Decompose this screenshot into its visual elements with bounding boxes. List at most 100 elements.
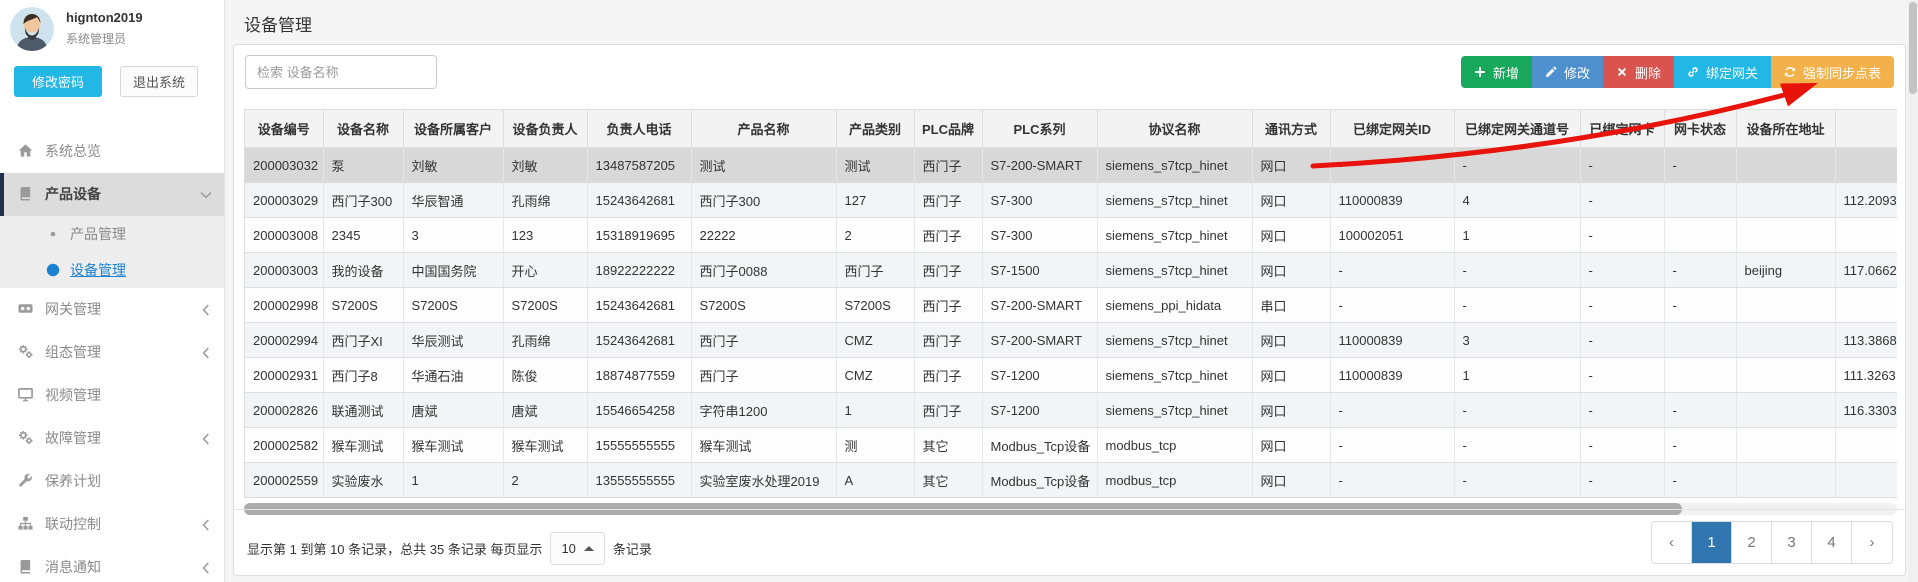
sidebar-item-3[interactable]: 组态管理 bbox=[0, 331, 224, 374]
table-cell: 唐斌 bbox=[503, 393, 587, 428]
column-header-通讯方式[interactable]: 通讯方式 bbox=[1252, 110, 1330, 148]
records-summary: 显示第 1 到第 10 条记录，总共 35 条记录 每页显示 10 条记录 bbox=[247, 532, 652, 565]
column-header-已绑定网卡[interactable]: 已绑定网卡 bbox=[1580, 110, 1664, 148]
修改-button[interactable]: 修改 bbox=[1532, 56, 1603, 88]
column-header-PLC系列[interactable]: PLC系列 bbox=[982, 110, 1097, 148]
table-row[interactable]: 2000030082345312315318919695222222西门子S7-… bbox=[245, 218, 1897, 253]
table-cell: 200002559 bbox=[245, 463, 323, 498]
pagination-next[interactable]: › bbox=[1852, 522, 1892, 563]
sidebar-item-7[interactable]: 联动控制 bbox=[0, 503, 224, 546]
table-cell: 13555555555 bbox=[587, 463, 691, 498]
table-row[interactable]: 200002826联通测试唐斌唐斌15546654258字符串12001西门子S… bbox=[245, 393, 1897, 428]
table-row[interactable]: 200002582猴车测试猴车测试猴车测试15555555555猴车测试测其它M… bbox=[245, 428, 1897, 463]
table-cell: 猴车测试 bbox=[503, 428, 587, 463]
table-cell: S7-1200 bbox=[982, 358, 1097, 393]
column-header-设备所属客户[interactable]: 设备所属客户 bbox=[403, 110, 503, 148]
table-cell: siemens_s7tcp_hinet bbox=[1097, 253, 1252, 288]
table-cell: - bbox=[1580, 323, 1664, 358]
change-password-button[interactable]: 修改密码 bbox=[14, 66, 102, 97]
column-header-设备名称[interactable]: 设备名称 bbox=[323, 110, 403, 148]
table-cell bbox=[1736, 218, 1835, 253]
table-row[interactable]: 200003003我的设备中国国务院开心18922222222西门子0088西门… bbox=[245, 253, 1897, 288]
table-cell bbox=[1736, 148, 1835, 183]
column-header-产品名称[interactable]: 产品名称 bbox=[691, 110, 836, 148]
panel-footer: 显示第 1 到第 10 条记录，总共 35 条记录 每页显示 10 条记录 ‹1… bbox=[234, 509, 1905, 575]
table-cell: - bbox=[1664, 253, 1736, 288]
column-header-产品类别[interactable]: 产品类别 bbox=[836, 110, 914, 148]
column-header-设备编号[interactable]: 设备编号 bbox=[245, 110, 323, 148]
sidebar-item-6[interactable]: 保养计划 bbox=[0, 460, 224, 503]
pagination-prev[interactable]: ‹ bbox=[1652, 522, 1692, 563]
pagination-page-1[interactable]: 1 bbox=[1692, 522, 1732, 563]
column-header-设备所在地址[interactable]: 设备所在地址 bbox=[1736, 110, 1835, 148]
table-cell: 西门子8 bbox=[323, 358, 403, 393]
sidebar-subitem-产品管理[interactable]: 产品管理 bbox=[0, 216, 224, 252]
avatar[interactable] bbox=[10, 7, 54, 51]
toolbar-button-label: 强制同步点表 bbox=[1803, 63, 1881, 82]
table-row[interactable]: 200002994西门子XI华辰测试孔雨绵15243642681西门子CMZ西门… bbox=[245, 323, 1897, 358]
强制同步点表-button[interactable]: 强制同步点表 bbox=[1771, 56, 1894, 88]
table-cell: 西门子 bbox=[914, 148, 982, 183]
column-header-经度[interactable]: 经度 bbox=[1835, 110, 1897, 148]
table-cell: - bbox=[1664, 463, 1736, 498]
sidebar-item-1[interactable]: 产品设备 bbox=[0, 173, 224, 216]
table-row[interactable]: 200002931西门子8华通石油陈俊18874877559西门子CMZ西门子S… bbox=[245, 358, 1897, 393]
device-table: 设备编号设备名称设备所属客户设备负责人负责人电话产品名称产品类别PLC品牌PLC… bbox=[245, 109, 1897, 498]
table-cell: 实验废水 bbox=[323, 463, 403, 498]
table-row[interactable]: 200002559实验废水1213555555555实验室废水处理2019A其它… bbox=[245, 463, 1897, 498]
column-header-设备负责人[interactable]: 设备负责人 bbox=[503, 110, 587, 148]
sidebar-item-0[interactable]: 系统总览 bbox=[0, 130, 224, 173]
table-cell: 15318919695 bbox=[587, 218, 691, 253]
table-cell: 孔雨绵 bbox=[503, 323, 587, 358]
table-cell: modbus_tcp bbox=[1097, 428, 1252, 463]
gears-icon bbox=[18, 419, 35, 434]
table-cell: 猴车测试 bbox=[691, 428, 836, 463]
删除-button[interactable]: 删除 bbox=[1603, 56, 1674, 88]
table-cell: 字符串1200 bbox=[691, 393, 836, 428]
新增-button[interactable]: 新增 bbox=[1461, 56, 1532, 88]
column-header-负责人电话[interactable]: 负责人电话 bbox=[587, 110, 691, 148]
table-row[interactable]: 200003032泵刘敏刘敏13487587205测试测试西门子S7-200-S… bbox=[245, 148, 1897, 183]
sidebar-subitem-设备管理[interactable]: 设备管理 bbox=[0, 252, 224, 288]
table-cell: 网口 bbox=[1252, 218, 1330, 253]
sidebar-item-4[interactable]: 视频管理 bbox=[0, 374, 224, 417]
sidebar-item-2[interactable]: 网关管理 bbox=[0, 288, 224, 331]
sidebar-item-5[interactable]: 故障管理 bbox=[0, 417, 224, 460]
search-input[interactable] bbox=[245, 55, 437, 89]
table-row[interactable]: 200002998S7200SS7200SS7200S15243642681S7… bbox=[245, 288, 1897, 323]
column-header-已绑定网关ID[interactable]: 已绑定网关ID bbox=[1330, 110, 1454, 148]
dot-circle-icon bbox=[46, 254, 62, 268]
table-cell: 200002931 bbox=[245, 358, 323, 393]
table-cell: 测试 bbox=[691, 148, 836, 183]
logout-button[interactable]: 退出系统 bbox=[120, 66, 198, 97]
table-cell: 陈俊 bbox=[503, 358, 587, 393]
pagination-page-3[interactable]: 3 bbox=[1772, 522, 1812, 563]
table-cell: 3 bbox=[403, 218, 503, 253]
column-header-已绑定网关通道号[interactable]: 已绑定网关通道号 bbox=[1454, 110, 1580, 148]
sitemap-icon bbox=[18, 505, 35, 520]
column-header-协议名称[interactable]: 协议名称 bbox=[1097, 110, 1252, 148]
page-size-dropdown[interactable]: 10 bbox=[550, 532, 604, 565]
column-header-PLC品牌[interactable]: PLC品牌 bbox=[914, 110, 982, 148]
sidebar-item-8[interactable]: 消息通知 bbox=[0, 546, 224, 582]
table-cell bbox=[1736, 463, 1835, 498]
table-cell: - bbox=[1330, 253, 1454, 288]
sidebar-subitem-label: 设备管理 bbox=[70, 262, 126, 278]
column-header-网卡状态[interactable]: 网卡状态 bbox=[1664, 110, 1736, 148]
vertical-scrollbar-thumb[interactable] bbox=[1909, 2, 1917, 94]
table-cell: 西门子 bbox=[914, 253, 982, 288]
table-row[interactable]: 200003029西门子300华辰智通孔雨绵15243642681西门子3001… bbox=[245, 183, 1897, 218]
table-cell: - bbox=[1454, 393, 1580, 428]
book-icon bbox=[18, 175, 35, 190]
wrench-icon bbox=[18, 462, 35, 477]
pagination-page-2[interactable]: 2 bbox=[1732, 522, 1772, 563]
绑定网关-button[interactable]: 绑定网关 bbox=[1674, 56, 1771, 88]
gateway-icon bbox=[18, 290, 35, 305]
table-cell: 西门子 bbox=[691, 323, 836, 358]
page-size-value: 10 bbox=[561, 541, 575, 556]
table-cell: 22222 bbox=[691, 218, 836, 253]
pagination-page-4[interactable]: 4 bbox=[1812, 522, 1852, 563]
table-cell: siemens_s7tcp_hinet bbox=[1097, 148, 1252, 183]
table-cell: 4 bbox=[1454, 183, 1580, 218]
chevron-down-icon bbox=[202, 173, 210, 216]
